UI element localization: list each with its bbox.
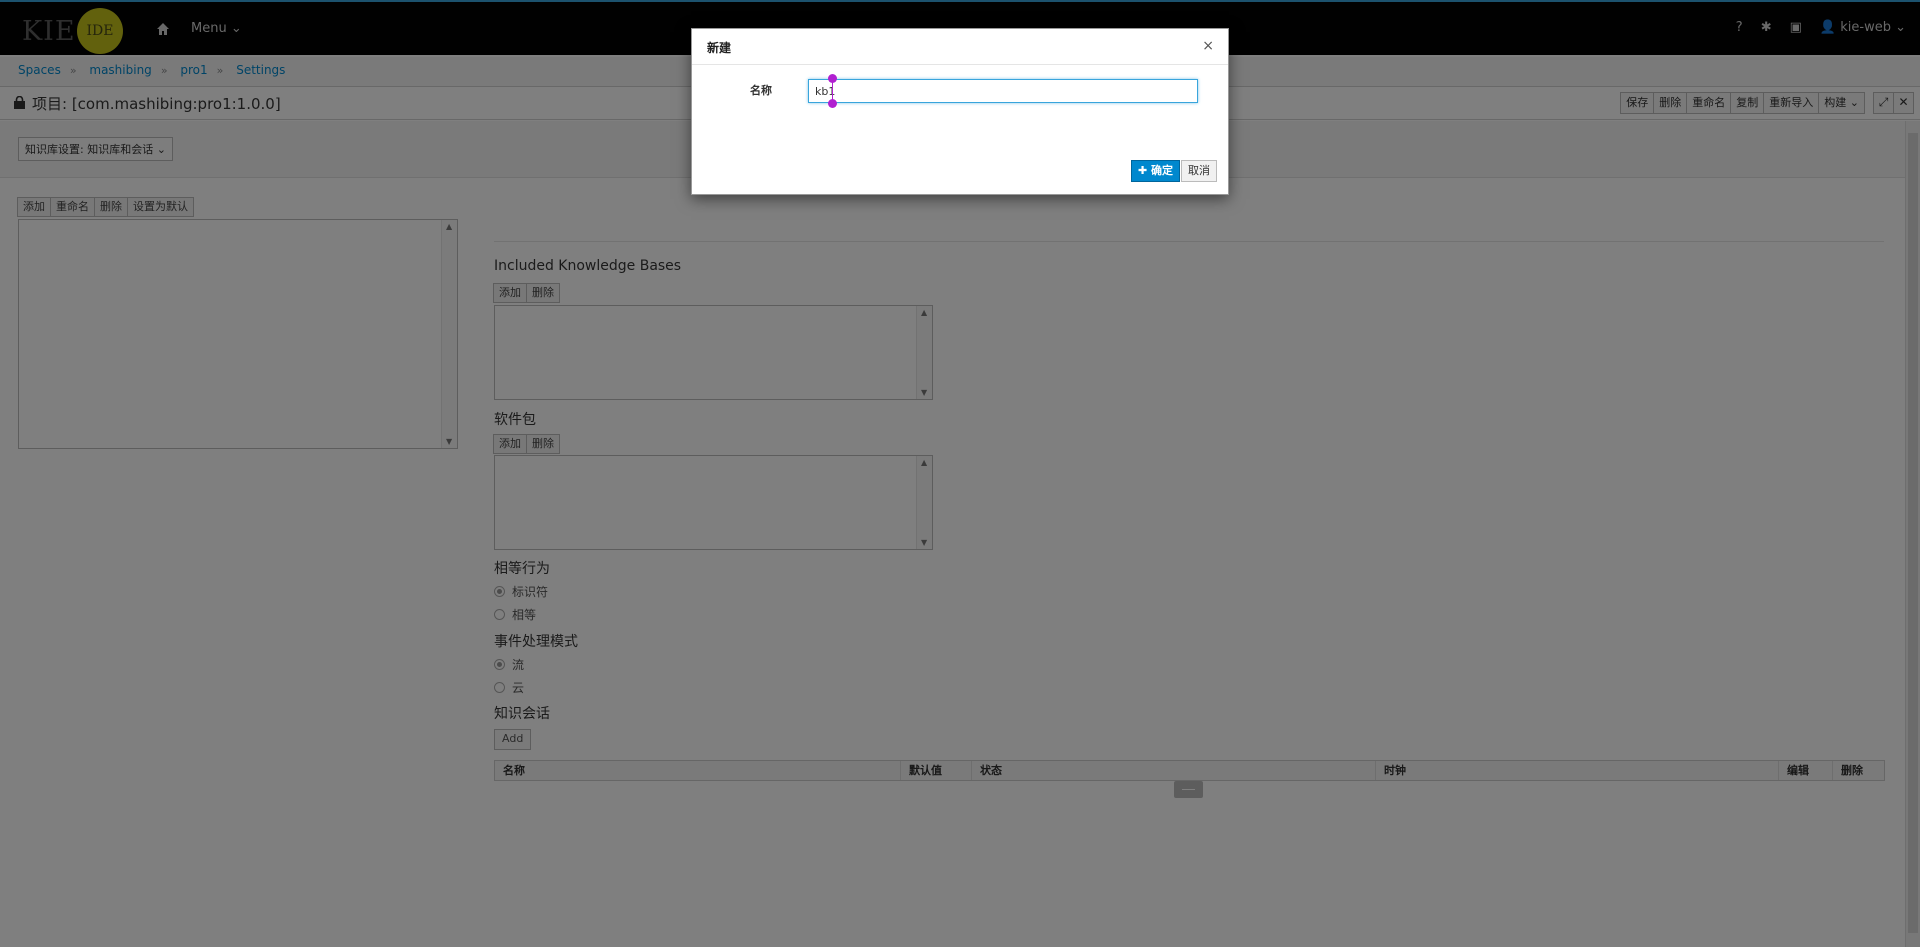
confirm-button[interactable]: ✚ 确定 [1131, 160, 1181, 182]
cursor-handle-bottom[interactable] [828, 99, 837, 108]
close-icon[interactable]: × [1202, 38, 1214, 54]
new-kb-dialog: 新建 × 名称 ✚ 确定 取消 [691, 28, 1229, 195]
dialog-title: 新建 [707, 41, 732, 55]
cancel-button[interactable]: 取消 [1181, 160, 1217, 182]
dialog-header: 新建 × [692, 29, 1228, 65]
name-input[interactable] [808, 79, 1198, 103]
name-field-label: 名称 [750, 84, 772, 97]
cursor-handle-top[interactable] [828, 74, 837, 83]
